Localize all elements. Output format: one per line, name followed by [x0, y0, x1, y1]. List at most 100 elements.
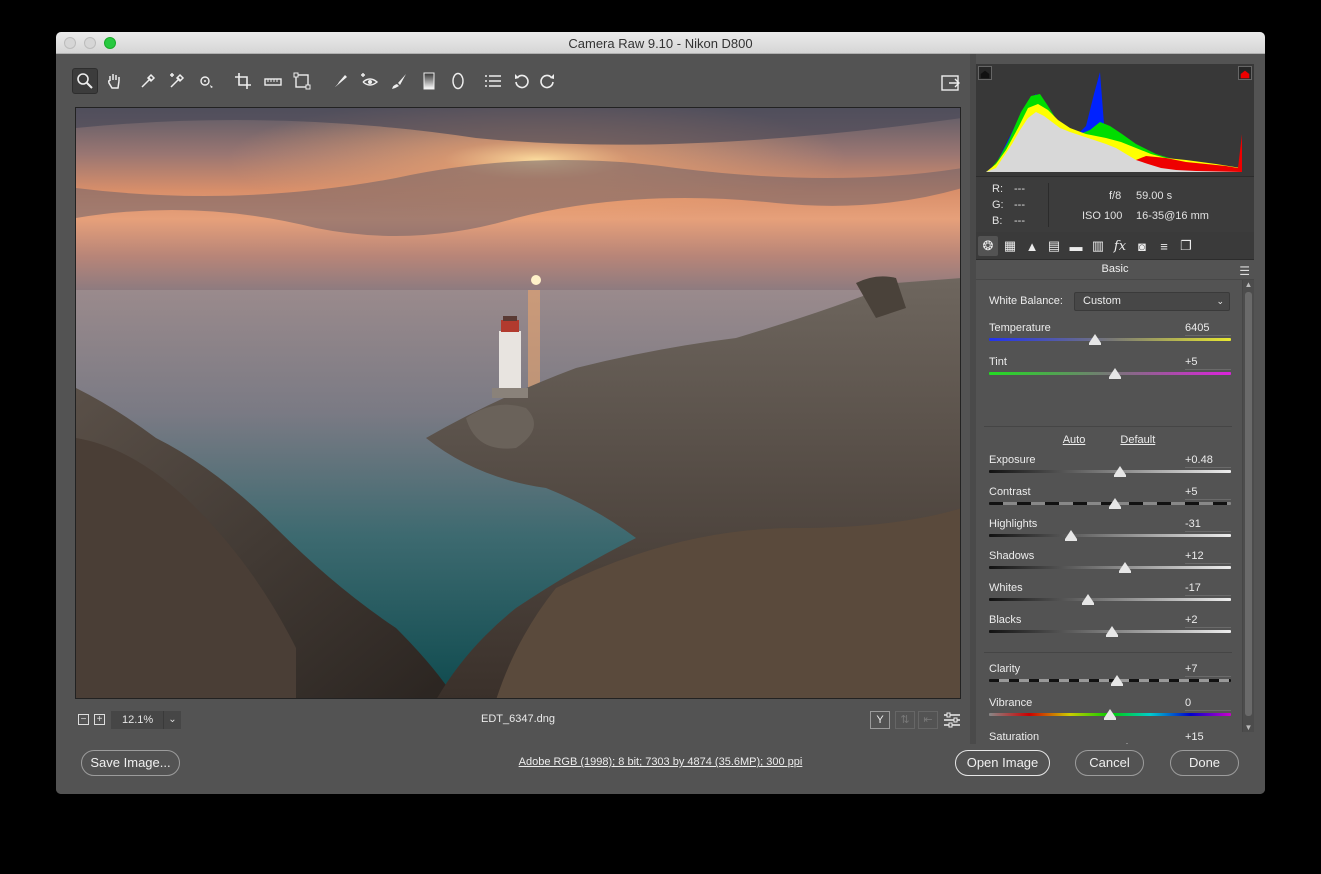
- slider-shadows[interactable]: Shadows +12: [989, 550, 1231, 582]
- tab-snapshots[interactable]: ❐: [1176, 236, 1196, 256]
- swap-icon: ⇅: [900, 714, 910, 726]
- tab-split-toning[interactable]: ▬: [1066, 236, 1086, 256]
- slider-track[interactable]: [989, 598, 1231, 601]
- rotate-right-tool[interactable]: [534, 68, 560, 94]
- tab-detail[interactable]: ▲: [1022, 236, 1042, 256]
- window-title: Camera Raw 9.10 - Nikon D800: [568, 36, 753, 51]
- image-info: R: --- G: --- B: --- f/8 59.00 s ISO 100…: [976, 176, 1254, 232]
- slider-thumb[interactable]: [1108, 498, 1121, 509]
- slider-track[interactable]: [989, 338, 1231, 341]
- spot-removal-tool[interactable]: [327, 68, 353, 94]
- tab-basic[interactable]: ❂: [978, 236, 998, 256]
- tab-tone-curve[interactable]: ▦: [1000, 236, 1020, 256]
- default-link[interactable]: Default: [1120, 434, 1155, 446]
- snapshots-icon: ❐: [1180, 238, 1192, 253]
- slider-whites[interactable]: Whites -17: [989, 582, 1231, 614]
- hand-tool[interactable]: [101, 68, 127, 94]
- slider-value[interactable]: +7: [1185, 663, 1231, 677]
- swap-before-after-button[interactable]: ⇅: [895, 711, 915, 729]
- panel-menu-icon[interactable]: ☰: [1239, 262, 1250, 280]
- red-eye-tool[interactable]: [356, 68, 382, 94]
- slider-temperature[interactable]: Temperature 6405: [989, 322, 1231, 354]
- image-preview[interactable]: [75, 107, 961, 699]
- slider-blacks[interactable]: Blacks +2: [989, 614, 1231, 646]
- auto-link[interactable]: Auto: [1063, 434, 1086, 446]
- slider-highlights[interactable]: Highlights -31: [989, 518, 1231, 550]
- targeted-adjustment-tool[interactable]: [193, 68, 219, 94]
- panel-scrollbar[interactable]: ▲ ▼: [1242, 280, 1254, 732]
- done-button[interactable]: Done: [1170, 750, 1239, 776]
- slider-thumb[interactable]: [1111, 675, 1124, 686]
- auto-default-links: Auto Default: [976, 434, 1242, 446]
- slider-value[interactable]: +5: [1185, 486, 1231, 500]
- slider-thumb[interactable]: [1089, 334, 1102, 345]
- slider-thumb[interactable]: [1113, 466, 1126, 477]
- zoom-icon: [77, 73, 93, 89]
- graduated-filter-icon: [423, 72, 435, 90]
- slider-value[interactable]: 6405: [1185, 322, 1231, 336]
- slider-value[interactable]: +15: [1185, 731, 1231, 745]
- straighten-tool[interactable]: [260, 68, 286, 94]
- slider-vibrance[interactable]: Vibrance 0: [989, 697, 1231, 729]
- scroll-down-icon[interactable]: ▼: [1243, 723, 1254, 732]
- slider-value[interactable]: +5: [1185, 356, 1231, 370]
- slider-track[interactable]: [989, 679, 1231, 682]
- adjustment-brush-icon: [392, 74, 406, 89]
- color-sampler-tool[interactable]: [164, 68, 190, 94]
- tab-lens-corrections[interactable]: ▥: [1088, 236, 1108, 256]
- slider-exposure[interactable]: Exposure +0.48: [989, 454, 1231, 486]
- graduated-filter-tool[interactable]: [416, 68, 442, 94]
- radial-filter-tool[interactable]: [445, 68, 471, 94]
- slider-thumb[interactable]: [1104, 709, 1116, 720]
- tab-effects[interactable]: fx: [1110, 236, 1130, 256]
- slider-value[interactable]: +0.48: [1185, 454, 1231, 468]
- camera-raw-window: Camera Raw 9.10 - Nikon D800 − + 12.1% ⌄…: [56, 32, 1265, 794]
- adjustment-brush-tool[interactable]: [386, 68, 412, 94]
- r-value: ---: [1014, 183, 1025, 195]
- transform-tool[interactable]: [289, 68, 315, 94]
- shutter-speed: 59.00 s: [1136, 190, 1173, 202]
- slider-value[interactable]: +2: [1185, 614, 1231, 628]
- tab-hsl[interactable]: ▤: [1044, 236, 1064, 256]
- g-value: ---: [1014, 199, 1025, 211]
- crop-tool[interactable]: [230, 68, 256, 94]
- slider-thumb[interactable]: [1118, 562, 1131, 573]
- preferences-tool[interactable]: [480, 68, 506, 94]
- slider-value[interactable]: +12: [1185, 550, 1231, 564]
- slider-thumb[interactable]: [1082, 594, 1095, 605]
- slider-value[interactable]: -31: [1185, 518, 1231, 532]
- slider-thumb[interactable]: [1065, 530, 1078, 541]
- slider-value[interactable]: -17: [1185, 582, 1231, 596]
- tab-presets[interactable]: ≡: [1154, 236, 1174, 256]
- open-image-button[interactable]: Open Image: [955, 750, 1050, 776]
- file-name: EDT_6347.dng: [481, 713, 555, 725]
- slider-track[interactable]: [989, 566, 1231, 569]
- slider-value[interactable]: 0: [1185, 697, 1231, 711]
- cancel-button[interactable]: Cancel: [1075, 750, 1144, 776]
- lens-icon: ▥: [1091, 238, 1105, 253]
- b-label: B:: [992, 215, 1003, 227]
- camera-icon: ◙: [1138, 238, 1146, 254]
- slider-thumb[interactable]: [1108, 368, 1121, 379]
- fx-icon: fx: [1113, 238, 1127, 254]
- scroll-thumb[interactable]: [1245, 292, 1252, 716]
- fullscreen-button[interactable]: [940, 72, 962, 94]
- slider-track[interactable]: [989, 470, 1231, 473]
- slider-tint[interactable]: Tint +5: [989, 356, 1231, 388]
- copy-settings-button[interactable]: ⇤: [918, 711, 938, 729]
- zoom-tool[interactable]: [72, 68, 98, 94]
- slider-clarity[interactable]: Clarity +7: [989, 663, 1231, 695]
- white-balance-icon: [141, 73, 156, 88]
- white-balance-tool[interactable]: [135, 68, 161, 94]
- tab-camera-calibration[interactable]: ◙: [1132, 236, 1152, 256]
- slider-thumb[interactable]: [1106, 626, 1119, 637]
- copy-icon: ⇤: [923, 714, 933, 726]
- before-after-button[interactable]: Y: [870, 711, 890, 729]
- slider-track[interactable]: [989, 534, 1231, 537]
- slider-contrast[interactable]: Contrast +5: [989, 486, 1231, 518]
- histogram: [976, 64, 1254, 176]
- rotate-left-tool[interactable]: [509, 68, 535, 94]
- scroll-up-icon[interactable]: ▲: [1243, 280, 1254, 289]
- settings-toggle-button[interactable]: [943, 711, 961, 729]
- white-balance-select[interactable]: Custom ⌄: [1074, 292, 1230, 311]
